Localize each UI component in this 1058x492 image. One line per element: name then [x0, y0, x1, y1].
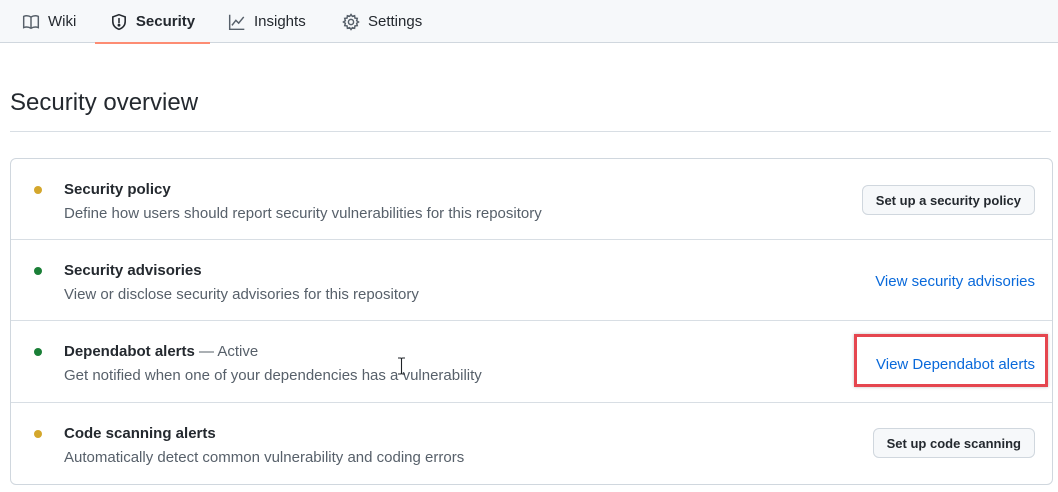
row-title: Security advisories: [64, 262, 202, 279]
row-title-text: Security policy: [64, 181, 171, 198]
view-dependabot-alerts-link[interactable]: View Dependabot alerts: [876, 356, 1035, 373]
tab-security-label: Security: [135, 13, 196, 30]
gear-icon: [342, 12, 360, 31]
status-dot-yellow: [34, 186, 42, 194]
tab-wiki[interactable]: Wiki: [22, 0, 76, 43]
row-title-text: Security advisories: [64, 262, 202, 279]
row-title-text: Code scanning alerts: [64, 425, 216, 442]
view-security-advisories-link[interactable]: View security advisories: [875, 273, 1035, 290]
page-title: Security overview: [10, 89, 199, 116]
status-dot-green: [34, 267, 42, 275]
text-cursor-icon: [398, 357, 405, 375]
tab-insights-label: Insights: [254, 13, 306, 30]
list-item-security-policy: Security policy Define how users should …: [11, 159, 1052, 240]
repo-tab-bar: Wiki Security Insights Settings: [0, 0, 1058, 44]
status-text: — Active: [199, 343, 259, 360]
graph-icon: [228, 13, 246, 31]
row-title: Security policy: [64, 181, 171, 198]
tab-security[interactable]: Security: [95, 0, 210, 44]
tab-settings-label: Settings: [368, 13, 423, 30]
row-description: Automatically detect common vulnerabilit…: [64, 449, 465, 466]
security-overview-list: Security policy Define how users should …: [10, 158, 1053, 485]
tab-settings[interactable]: Settings: [342, 0, 422, 43]
shield-icon: [110, 13, 128, 31]
row-description: Define how users should report security …: [64, 205, 542, 222]
row-description: View or disclose security advisories for…: [64, 286, 419, 303]
row-title: Dependabot alerts — Active: [64, 343, 258, 360]
book-icon: [22, 13, 40, 31]
list-item-code-scanning-alerts: Code scanning alerts Automatically detec…: [11, 403, 1052, 484]
tab-wiki-label: Wiki: [48, 13, 77, 30]
status-dot-green: [34, 348, 42, 356]
list-item-dependabot-alerts: Dependabot alerts — Active Get notified …: [11, 321, 1052, 403]
row-title: Code scanning alerts: [64, 425, 216, 442]
list-item-security-advisories: Security advisories View or disclose sec…: [11, 240, 1052, 321]
set-up-security-policy-button[interactable]: Set up a security policy: [861, 185, 1035, 215]
title-divider: [10, 131, 1051, 132]
set-up-code-scanning-button[interactable]: Set up code scanning: [872, 428, 1035, 458]
tab-insights[interactable]: Insights: [228, 0, 306, 43]
row-title-text: Dependabot alerts: [64, 343, 195, 360]
status-dot-yellow: [34, 430, 42, 438]
row-description: Get notified when one of your dependenci…: [64, 367, 482, 384]
